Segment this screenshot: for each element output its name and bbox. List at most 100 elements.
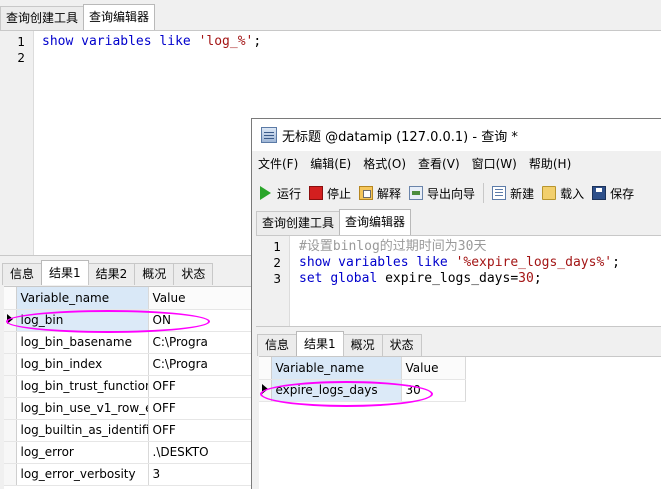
row-indicator: [4, 331, 17, 354]
code-line[interactable]: [42, 50, 261, 66]
row-indicator: [4, 463, 17, 486]
run-button[interactable]: 运行: [256, 181, 305, 205]
cell-value[interactable]: 30: [401, 379, 466, 402]
row-indicator: [4, 375, 17, 398]
code-line[interactable]: #设置binlog的过期时间为30天: [299, 239, 620, 255]
cell-value[interactable]: OFF: [148, 375, 252, 398]
result-tab-profile[interactable]: 概况: [342, 334, 383, 356]
folder-icon: [542, 186, 557, 200]
menu-help[interactable]: 帮助(H): [523, 153, 577, 175]
fg-result-grid[interactable]: Variable_name Value expire_logs_days 30: [259, 356, 661, 489]
explain-button[interactable]: 解释: [355, 181, 405, 205]
cell-variable-name[interactable]: log_builtin_as_identifie: [16, 419, 149, 442]
result-tab-status[interactable]: 状态: [381, 334, 422, 356]
cell-value[interactable]: 3: [148, 463, 252, 486]
cell-variable-name[interactable]: log_bin: [16, 309, 149, 332]
row-indicator: [259, 357, 272, 380]
bg-result-tabs: 信息 结果1 结果2 概况 状态: [2, 260, 214, 285]
table-row[interactable]: log_bin ON: [4, 309, 252, 332]
cell-variable-name[interactable]: log_bin_basename: [16, 331, 149, 354]
result-tab-info[interactable]: 信息: [2, 263, 43, 285]
table-row[interactable]: log_builtin_as_identifie OFF: [4, 419, 252, 442]
bg-code-area[interactable]: show variables like 'log_%';: [42, 34, 261, 66]
bg-result-grid[interactable]: Variable_name Value log_bin ON log_bin_b…: [4, 286, 252, 489]
table-row[interactable]: log_bin_basename C:\Progra: [4, 331, 252, 354]
save-button[interactable]: 保存: [588, 181, 638, 205]
code-line[interactable]: show variables like 'log_%';: [42, 34, 261, 50]
new-label: 新建: [510, 186, 535, 201]
table-row[interactable]: log_bin_index C:\Progra: [4, 353, 252, 376]
table-row[interactable]: log_bin_use_v1_row_e OFF: [4, 397, 252, 420]
code-token: show: [42, 34, 74, 49]
column-header-variable-name[interactable]: Variable_name: [16, 287, 149, 310]
cell-value[interactable]: .\DESKTO: [148, 441, 252, 464]
row-indicator: [4, 287, 17, 310]
result-tab-result2[interactable]: 结果2: [87, 263, 136, 285]
stop-button[interactable]: 停止: [305, 181, 355, 205]
export-wizard-button[interactable]: 导出向导: [405, 181, 479, 205]
code-token: 'log_%': [198, 34, 254, 49]
load-button[interactable]: 载入: [538, 181, 588, 205]
code-token: show: [299, 255, 331, 270]
grid-header-row: Variable_name Value: [4, 287, 252, 310]
code-token: variables: [81, 34, 152, 49]
cell-value[interactable]: C:\Progra: [148, 353, 252, 376]
code-line[interactable]: set global expire_logs_days=30;: [299, 271, 620, 287]
row-indicator: [4, 419, 17, 442]
tab-query-editor[interactable]: 查询编辑器: [83, 4, 156, 30]
code-token: ;: [533, 271, 542, 286]
line-number: 2: [17, 51, 25, 65]
code-token: expire_logs_days=: [377, 271, 519, 286]
result-tab-info[interactable]: 信息: [257, 334, 298, 356]
cell-variable-name[interactable]: log_error_verbosity: [16, 463, 149, 486]
cell-value[interactable]: C:\Progra: [148, 331, 252, 354]
line-number: 1: [17, 35, 25, 49]
fg-editor-tabs: 查询创建工具 查询编辑器: [256, 209, 412, 235]
result-tab-status[interactable]: 状态: [173, 263, 214, 285]
fg-code-area[interactable]: #设置binlog的过期时间为30天 show variables like '%…: [299, 239, 620, 287]
code-token: ;: [612, 255, 620, 270]
menu-file[interactable]: 文件(F): [252, 153, 304, 175]
result-tab-result1[interactable]: 结果1: [296, 331, 344, 356]
cell-value[interactable]: OFF: [148, 419, 252, 442]
line-number: 2: [273, 256, 281, 270]
save-label: 保存: [610, 186, 635, 201]
menu-view[interactable]: 查看(V): [412, 153, 466, 175]
window-title-bar[interactable]: 无标题 @datamip (127.0.0.1) - 查询 *: [252, 119, 661, 151]
tab-query-builder[interactable]: 查询创建工具: [256, 211, 341, 235]
table-row[interactable]: log_bin_trust_function OFF: [4, 375, 252, 398]
cell-variable-name[interactable]: log_bin_use_v1_row_e: [16, 397, 149, 420]
new-button[interactable]: 新建: [488, 181, 538, 205]
row-indicator: [4, 353, 17, 376]
bg-line-number-gutter: 1 2: [0, 31, 34, 255]
fg-sql-editor[interactable]: 1 2 3 #设置binlog的过期时间为30天 show variables l…: [256, 235, 661, 327]
fg-result-tabs: 信息 结果1 概况 状态: [257, 331, 422, 356]
table-row[interactable]: log_error .\DESKTO: [4, 441, 252, 464]
cell-variable-name[interactable]: log_error: [16, 441, 149, 464]
cell-value[interactable]: OFF: [148, 397, 252, 420]
menu-edit[interactable]: 编辑(E): [304, 153, 357, 175]
code-line[interactable]: show variables like '%expire_logs_days%'…: [299, 255, 620, 271]
load-label: 载入: [560, 186, 585, 201]
code-token: 30: [518, 271, 534, 286]
cell-variable-name[interactable]: log_bin_index: [16, 353, 149, 376]
result-tab-profile[interactable]: 概况: [134, 263, 175, 285]
tab-query-builder[interactable]: 查询创建工具: [0, 6, 85, 30]
table-row[interactable]: expire_logs_days 30: [259, 379, 466, 402]
cell-value[interactable]: ON: [148, 309, 252, 332]
column-header-variable-name[interactable]: Variable_name: [271, 357, 402, 380]
cell-variable-name[interactable]: log_bin_trust_function: [16, 375, 149, 398]
tab-query-editor[interactable]: 查询编辑器: [339, 209, 412, 235]
code-token: like: [416, 255, 448, 270]
column-header-value[interactable]: Value: [148, 287, 252, 310]
stop-icon: [309, 186, 324, 200]
result-tab-result1[interactable]: 结果1: [41, 260, 89, 285]
menu-format[interactable]: 格式(O): [357, 153, 412, 175]
cell-variable-name[interactable]: expire_logs_days: [271, 379, 402, 402]
column-header-value[interactable]: Value: [401, 357, 466, 380]
table-row[interactable]: log_error_verbosity 3: [4, 463, 252, 486]
foreground-query-window[interactable]: 无标题 @datamip (127.0.0.1) - 查询 * 文件(F) 编辑…: [251, 118, 661, 489]
menu-window[interactable]: 窗口(W): [466, 153, 523, 175]
